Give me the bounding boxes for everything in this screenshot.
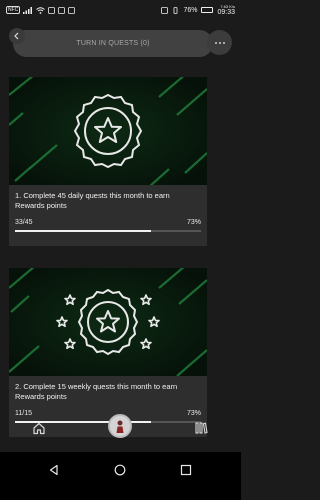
notification-icon bbox=[48, 6, 56, 14]
status-bar: NFC 76% 7.63 K/s 09:33 bbox=[0, 0, 241, 20]
system-nav-bar bbox=[0, 452, 241, 500]
battery-percent: 76% bbox=[183, 6, 198, 14]
quest-hero-image bbox=[9, 77, 207, 185]
app-bottom-nav bbox=[0, 414, 241, 442]
home-icon bbox=[33, 422, 45, 435]
quest-hero-image bbox=[9, 268, 207, 376]
quest-progress-bar bbox=[15, 230, 201, 232]
turn-in-quests-button[interactable]: TURN IN QUESTS (0) bbox=[13, 30, 213, 57]
notification-icon bbox=[68, 6, 76, 14]
quest-progress-percent: 73% bbox=[186, 410, 201, 417]
quest-card[interactable]: 1. Complete 45 daily quests this month t… bbox=[9, 77, 207, 246]
more-horizontal-icon bbox=[214, 41, 225, 44]
quest-title: 1. Complete 45 daily quests this month t… bbox=[15, 191, 170, 210]
library-button[interactable] bbox=[194, 421, 208, 440]
system-home-icon[interactable] bbox=[114, 464, 126, 476]
home-button[interactable] bbox=[32, 421, 46, 440]
clock: 09:33 bbox=[217, 9, 235, 16]
quest-title: 2. Complete 15 weekly quests this month … bbox=[15, 382, 178, 401]
quest-card[interactable]: 2. Complete 15 weekly quests this month … bbox=[9, 268, 207, 437]
quest-progress-count: 33/45 bbox=[15, 219, 33, 226]
system-recents-icon[interactable] bbox=[180, 464, 192, 476]
battery-icon bbox=[201, 7, 214, 13]
signal-icon bbox=[23, 6, 33, 14]
chevron-left-icon bbox=[14, 32, 19, 40]
system-back-icon[interactable] bbox=[48, 464, 60, 476]
quest-progress-fill bbox=[15, 230, 151, 232]
nfc-icon bbox=[161, 6, 169, 14]
nfc-icon: NFC bbox=[6, 6, 21, 14]
back-button[interactable] bbox=[9, 28, 25, 44]
more-options-button[interactable] bbox=[207, 30, 232, 55]
avatar-figure-icon bbox=[110, 416, 130, 436]
avatar[interactable] bbox=[108, 414, 132, 438]
library-icon bbox=[195, 422, 208, 434]
quest-progress-count: 11/15 bbox=[15, 410, 32, 417]
wifi-icon bbox=[36, 6, 46, 14]
notification-icon bbox=[58, 6, 66, 14]
quest-progress-percent: 73% bbox=[186, 219, 201, 226]
header: TURN IN QUESTS (0) bbox=[9, 28, 232, 58]
vibrate-icon bbox=[172, 6, 179, 14]
